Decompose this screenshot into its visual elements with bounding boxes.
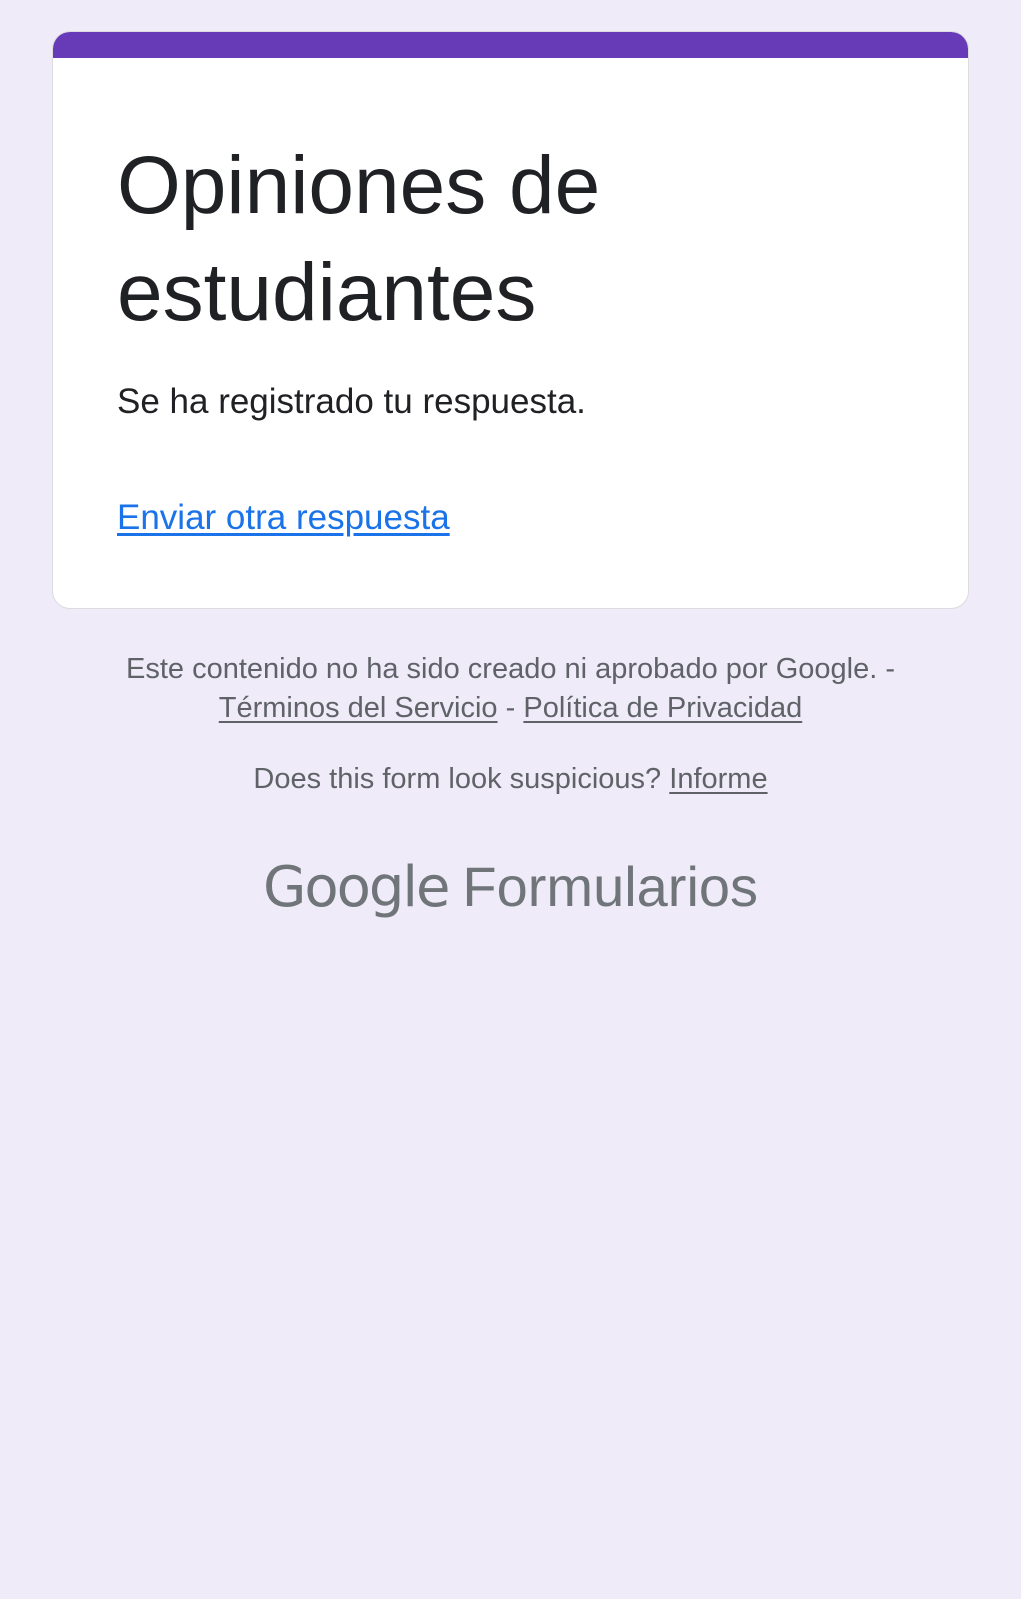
submit-another-response-link[interactable]: Enviar otra respuesta — [117, 494, 450, 542]
form-card: Opiniones de estudiantes Se ha registrad… — [52, 31, 969, 609]
card-accent-bar — [53, 32, 968, 58]
confirmation-message: Se ha registrado tu respuesta. — [117, 382, 586, 421]
suspicious-text: Does this form look suspicious? — [253, 763, 662, 795]
forms-wordmark: Formularios — [462, 855, 759, 918]
form-title: Opiniones de estudiantes — [117, 140, 601, 338]
privacy-policy-link[interactable]: Política de Privacidad — [523, 692, 802, 724]
terms-of-service-link[interactable]: Términos del Servicio — [219, 692, 498, 724]
disclaimer-text: Este contenido no ha sido creado ni apro… — [125, 653, 896, 685]
google-wordmark: Google — [262, 855, 450, 920]
report-abuse-line: Does this form look suspicious? Informe — [0, 760, 1021, 799]
footer-separator: - — [505, 692, 516, 724]
report-link[interactable]: Informe — [669, 763, 767, 795]
google-forms-logo[interactable]: Google Formularios — [0, 852, 1021, 923]
footer-disclaimer: Este contenido no ha sido creado ni apro… — [0, 650, 1021, 728]
